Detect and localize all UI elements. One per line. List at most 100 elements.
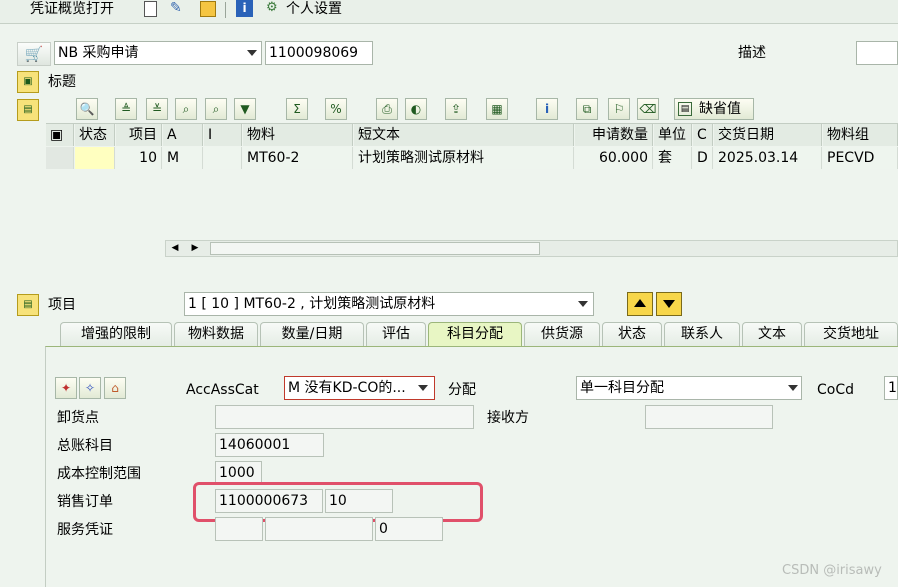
personal-settings-button[interactable]: 个人设置 (286, 0, 342, 18)
default-values-label: 缺省值 (699, 101, 741, 117)
cell-delivery-date[interactable]: 2025.03.14 (714, 147, 822, 169)
grid-info-icon[interactable]: i (536, 98, 558, 120)
col-material[interactable]: 物料 (243, 124, 353, 146)
col-a[interactable]: A (163, 124, 203, 146)
col-qty[interactable]: 申请数量 (575, 124, 653, 146)
service-doc-field-3[interactable]: 0 (375, 517, 443, 541)
cell-item[interactable]: 10 (116, 147, 162, 169)
service-doc-field[interactable] (215, 517, 263, 541)
collapse-detail-icon[interactable]: ▤ (17, 294, 39, 316)
sort-ascending-icon[interactable]: ≜ (115, 98, 137, 120)
recipient-label: 接收方 (487, 410, 529, 426)
views-icon[interactable]: ◐ (405, 98, 427, 120)
info-icon[interactable]: i (236, 0, 253, 17)
gl-account-label: 总账科目 (57, 438, 113, 454)
find-icon[interactable]: ⌕ (175, 98, 197, 120)
col-material-group[interactable]: 物料组 (823, 124, 898, 146)
col-c[interactable]: C (693, 124, 713, 146)
recipient-field[interactable] (645, 405, 773, 429)
chevron-down-icon[interactable] (247, 50, 257, 56)
delete-line-icon[interactable]: ⌫ (637, 98, 659, 120)
tab-quantity-dates[interactable]: 数量/日期 (260, 322, 364, 347)
expand-header-icon[interactable]: ▣ (17, 71, 39, 93)
release-icon[interactable]: ⚐ (608, 98, 630, 120)
find-next-icon[interactable]: ⌕ (205, 98, 227, 120)
tab-contact[interactable]: 联系人 (664, 322, 740, 347)
col-status[interactable]: 状态 (75, 124, 115, 146)
cell-unit[interactable]: 套 (654, 147, 692, 169)
item-select-value: 1 [ 10 ] MT60-2 , 计划策略测试原材料 (188, 296, 436, 312)
item-select-dropdown[interactable]: 1 [ 10 ] MT60-2 , 计划策略测试原材料 (184, 292, 594, 316)
app-toolbar (0, 0, 898, 24)
tab-enhanced-limits[interactable]: 增强的限制 (60, 322, 172, 347)
shopping-cart-icon[interactable]: 🛒 (17, 42, 51, 66)
col-delivery-date[interactable]: 交货日期 (714, 124, 822, 146)
cell-material[interactable]: MT60-2 (243, 147, 353, 169)
sort-descending-icon[interactable]: ≚ (146, 98, 168, 120)
magic-wand-icon[interactable]: ✦ (55, 377, 77, 399)
cell-c[interactable]: D (693, 147, 713, 169)
cell-short-text[interactable]: 计划策略测试原材料 (354, 147, 574, 169)
chevron-down-icon[interactable] (788, 385, 798, 391)
filter-icon[interactable]: ▼ (234, 98, 256, 120)
collapse-items-icon[interactable]: ▤ (17, 99, 39, 121)
details-icon[interactable]: 🔍 (76, 98, 98, 120)
chevron-down-icon[interactable] (578, 301, 588, 307)
coco-field[interactable]: 1 (884, 376, 898, 400)
layout-icon[interactable]: ▦ (486, 98, 508, 120)
row-selector[interactable] (46, 147, 74, 169)
tab-material-data[interactable]: 物料数据 (174, 322, 258, 347)
coco-value: 1 (888, 380, 897, 396)
grid-toolbar (46, 97, 898, 123)
cell-qty[interactable]: 60.000 (575, 147, 653, 169)
print-icon[interactable]: ⎙ (376, 98, 398, 120)
document-type-dropdown[interactable]: NB 采购申请 (54, 41, 262, 65)
cell-material-group[interactable]: PECVD (823, 147, 898, 169)
acc-ass-cat-dropdown[interactable]: M 没有KD-CO的... (284, 376, 435, 400)
unloading-point-field[interactable] (215, 405, 474, 429)
copy-lines-icon[interactable]: ⧉ (576, 98, 598, 120)
tab-status[interactable]: 状态 (602, 322, 662, 347)
tab-valuation[interactable]: 评估 (366, 322, 426, 347)
col-item[interactable]: 项目 (116, 124, 162, 146)
tab-account-assignment[interactable]: 科目分配 (428, 322, 522, 347)
scroll-thumb[interactable] (210, 242, 540, 255)
distribution-value: 单一科目分配 (580, 380, 664, 396)
description-label: 描述 (738, 45, 766, 61)
col-unit[interactable]: 单位 (654, 124, 692, 146)
coco-label: CoCd (817, 382, 855, 398)
overview-open-button[interactable]: 凭证概览打开 (30, 0, 114, 18)
lock-icon[interactable]: ⌂ (104, 377, 126, 399)
personal-settings-icon[interactable]: ⚙ (266, 0, 282, 16)
magic-wand-alt-icon[interactable]: ✧ (79, 377, 101, 399)
watermark: CSDN @irisawy (782, 563, 882, 578)
scroll-right-icon[interactable]: ▶ (188, 242, 202, 255)
gl-account-field[interactable]: 14060001 (215, 433, 324, 457)
cell-status[interactable] (75, 147, 115, 169)
export-icon[interactable]: ⇪ (445, 98, 467, 120)
tab-texts[interactable]: 文本 (742, 322, 802, 347)
grid-select-all[interactable]: ▣ (46, 124, 74, 146)
sum-icon[interactable]: Σ (286, 98, 308, 120)
tab-delivery-address[interactable]: 交货地址 (804, 322, 898, 347)
subtotal-icon[interactable]: % (325, 98, 347, 120)
service-doc-field-2[interactable] (265, 517, 373, 541)
default-values-icon: ▤ (678, 102, 692, 116)
acc-ass-cat-value: M 没有KD-CO的... (288, 380, 406, 396)
service-doc-field-3-value: 0 (379, 521, 388, 537)
description-field[interactable] (856, 41, 898, 65)
copy-document-icon[interactable] (200, 1, 216, 17)
tab-source-of-supply[interactable]: 供货源 (524, 322, 600, 347)
document-number-field[interactable]: 1100098069 (265, 41, 373, 65)
item-label: 项目 (48, 297, 76, 313)
scroll-left-icon[interactable]: ◀ (168, 242, 182, 255)
chevron-down-icon[interactable] (418, 385, 428, 391)
distribution-dropdown[interactable]: 单一科目分配 (576, 376, 802, 400)
col-i[interactable]: I (204, 124, 242, 146)
header-title-label: 标题 (48, 74, 76, 90)
col-short-text[interactable]: 短文本 (354, 124, 574, 146)
cell-i[interactable] (204, 147, 242, 169)
cell-a[interactable]: M (163, 147, 203, 169)
new-document-icon[interactable] (144, 1, 157, 17)
display-change-icon[interactable]: ✎ (170, 0, 192, 18)
